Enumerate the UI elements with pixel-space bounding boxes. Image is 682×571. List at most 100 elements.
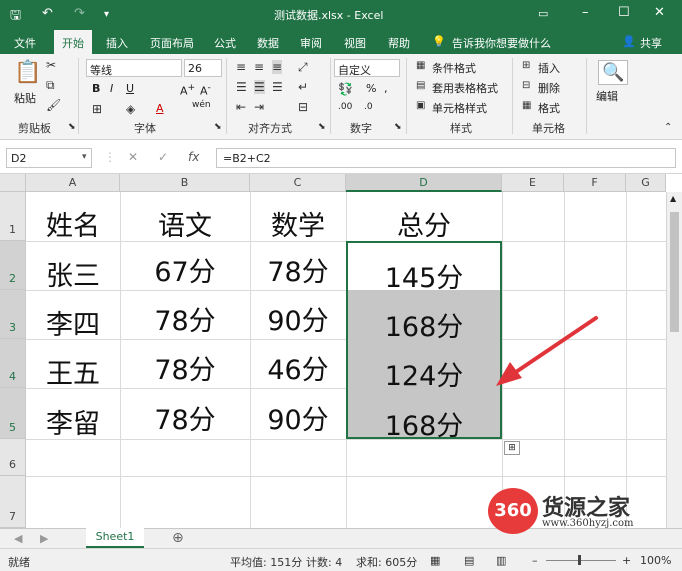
scroll-up-icon[interactable]: ▲ xyxy=(670,194,676,203)
conditional-format-button[interactable]: 条件格式 xyxy=(432,60,476,76)
cut-icon[interactable]: ✂ xyxy=(46,58,56,72)
name-box-dropdown-icon[interactable]: ▾ xyxy=(82,152,87,162)
cell-c3[interactable]: 90分 xyxy=(250,299,346,338)
row-header-1[interactable]: 1 xyxy=(0,192,26,241)
prev-sheet-icon[interactable]: ◀ xyxy=(14,532,22,545)
row-header-4[interactable]: 4 xyxy=(0,339,26,388)
cancel-icon[interactable]: ✕ xyxy=(128,150,138,164)
enter-icon[interactable]: ✓ xyxy=(158,150,168,164)
zoom-level[interactable]: 100% xyxy=(640,554,671,567)
column-header-b[interactable]: B xyxy=(120,174,250,192)
collapse-ribbon-icon[interactable]: ⌃ xyxy=(664,122,672,133)
zoom-slider[interactable] xyxy=(546,560,616,561)
comma-icon[interactable]: , xyxy=(384,82,388,95)
dialog-launcher-icon[interactable]: ⬊ xyxy=(318,122,326,132)
tab-formulas[interactable]: 公式 xyxy=(214,35,236,51)
normal-view-icon[interactable]: ▦ xyxy=(430,554,440,567)
column-header-e[interactable]: E xyxy=(502,174,564,192)
cell-c4[interactable]: 46分 xyxy=(250,348,346,387)
tab-view[interactable]: 视图 xyxy=(344,35,366,51)
cell-b5[interactable]: 78分 xyxy=(120,398,250,437)
copy-icon[interactable]: ⧉ xyxy=(46,78,55,93)
decrease-decimal-icon[interactable]: .0 xyxy=(364,102,373,112)
font-size-select[interactable]: 26 xyxy=(184,59,222,77)
increase-font-icon[interactable]: A+ xyxy=(180,82,195,98)
cell-c2[interactable]: 78分 xyxy=(250,250,346,289)
format-button[interactable]: 格式 xyxy=(538,100,560,116)
insert-function-icon[interactable]: fx xyxy=(188,150,199,164)
cell-style-button[interactable]: 单元格样式 xyxy=(432,100,487,116)
align-right-icon[interactable]: ☰ xyxy=(272,80,283,94)
cell-a4[interactable]: 王五 xyxy=(26,352,120,391)
cell-d3[interactable]: 168分 xyxy=(346,305,502,344)
increase-indent-icon[interactable]: ⇥ xyxy=(254,100,264,114)
cell-b3[interactable]: 78分 xyxy=(120,299,250,338)
currency-icon[interactable]: 💱 xyxy=(338,82,353,96)
cell-b4[interactable]: 78分 xyxy=(120,348,250,387)
delete-button[interactable]: 删除 xyxy=(538,80,560,96)
dialog-launcher-icon[interactable]: ⬊ xyxy=(394,122,402,132)
dialog-launcher-icon[interactable]: ⬊ xyxy=(214,122,222,132)
cell-d4[interactable]: 124分 xyxy=(346,354,502,393)
row-header-7[interactable]: 7 xyxy=(0,476,26,528)
align-center-icon[interactable]: ☰ xyxy=(254,80,265,94)
column-header-f[interactable]: F xyxy=(564,174,626,192)
minimize-button[interactable]: – xyxy=(582,5,589,20)
row-header-6[interactable]: 6 xyxy=(0,439,26,476)
column-header-c[interactable]: C xyxy=(250,174,346,192)
border-icon[interactable]: ⊞ xyxy=(92,102,102,116)
tab-page-layout[interactable]: 页面布局 xyxy=(150,35,194,51)
select-all-corner[interactable] xyxy=(0,174,26,192)
underline-icon[interactable]: U xyxy=(126,82,134,95)
merge-center-icon[interactable]: ⊟ xyxy=(298,100,308,114)
tab-insert[interactable]: 插入 xyxy=(106,35,128,51)
cell-c1[interactable]: 数学 xyxy=(250,204,346,243)
decrease-font-icon[interactable]: A- xyxy=(200,82,211,98)
bold-icon[interactable]: B xyxy=(92,82,100,95)
page-layout-view-icon[interactable]: ▤ xyxy=(464,554,474,567)
cell-d2[interactable]: 145分 xyxy=(346,256,502,295)
column-header-a[interactable]: A xyxy=(26,174,120,192)
cell-d1[interactable]: 总分 xyxy=(346,204,502,243)
orientation-icon[interactable]: ⤢ xyxy=(298,60,308,75)
align-top-icon[interactable]: ≡ xyxy=(236,60,246,74)
close-button[interactable]: ✕ xyxy=(654,5,665,20)
cell-a2[interactable]: 张三 xyxy=(26,254,120,293)
tell-me-box[interactable]: 告诉我你想要做什么 xyxy=(452,35,551,51)
cell-a5[interactable]: 李留 xyxy=(26,402,120,441)
number-format-select[interactable]: 自定义 xyxy=(334,59,400,77)
decrease-indent-icon[interactable]: ⇤ xyxy=(236,100,246,114)
tab-data[interactable]: 数据 xyxy=(257,35,279,51)
tab-file[interactable]: 文件 xyxy=(14,35,36,51)
formula-input[interactable]: =B2+C2 xyxy=(216,148,676,168)
align-bottom-icon[interactable]: ≡ xyxy=(272,60,283,74)
percent-icon[interactable]: % xyxy=(366,82,376,95)
column-header-g[interactable]: G xyxy=(626,174,666,192)
font-color-icon[interactable]: A xyxy=(156,102,164,115)
zoom-in-icon[interactable]: + xyxy=(622,554,631,567)
format-painter-icon[interactable]: 🖌 xyxy=(46,98,61,112)
cell-d5[interactable]: 168分 xyxy=(346,404,502,443)
tab-help[interactable]: 帮助 xyxy=(388,35,410,51)
italic-icon[interactable]: I xyxy=(110,82,113,95)
column-header-d[interactable]: D xyxy=(346,174,502,192)
tab-home[interactable]: 开始 xyxy=(54,30,92,54)
cell-b2[interactable]: 67分 xyxy=(120,250,250,289)
phonetic-icon[interactable]: wén xyxy=(192,100,211,110)
paste-button[interactable]: 粘贴 xyxy=(14,90,36,106)
zoom-out-icon[interactable]: – xyxy=(532,554,538,567)
increase-decimal-icon[interactable]: .00 xyxy=(338,102,352,112)
name-box[interactable]: D2 xyxy=(6,148,92,168)
cell-c5[interactable]: 90分 xyxy=(250,398,346,437)
row-header-2[interactable]: 2 xyxy=(0,241,26,290)
save-icon[interactable]: 🖫 xyxy=(10,6,21,28)
redo-icon[interactable]: ↷ xyxy=(74,6,85,21)
row-header-5[interactable]: 5 xyxy=(0,388,26,439)
wrap-text-icon[interactable]: ↵ xyxy=(298,80,308,94)
add-sheet-icon[interactable]: ⊕ xyxy=(172,530,184,546)
sheet-tab-sheet1[interactable]: Sheet1 xyxy=(86,528,144,548)
row-header-3[interactable]: 3 xyxy=(0,290,26,339)
table-format-button[interactable]: 套用表格格式 xyxy=(432,80,498,96)
vertical-scrollbar[interactable]: ▲ xyxy=(666,192,682,528)
share-button[interactable]: 共享 xyxy=(640,35,662,51)
